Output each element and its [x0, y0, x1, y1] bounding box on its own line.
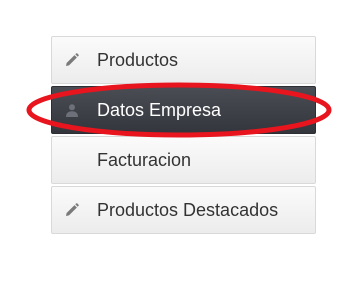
user-icon: [66, 104, 78, 117]
menu-item-datos-empresa[interactable]: Datos Empresa: [51, 86, 316, 134]
menu-item-productos[interactable]: Productos: [51, 36, 316, 84]
pencil-icon: [66, 53, 79, 66]
pencil-icon: [66, 203, 79, 216]
menu-item-label: Facturacion: [97, 149, 192, 170]
menu-item-facturacion[interactable]: Facturacion: [51, 136, 316, 184]
menu-item-label: Productos Destacados: [97, 199, 279, 220]
menu-item-label: Datos Empresa: [97, 99, 222, 120]
sidebar-menu: Productos Datos Empresa Facturacion Prod…: [51, 36, 316, 236]
menu-item-productos-destacados[interactable]: Productos Destacados: [51, 186, 316, 234]
menu-item-label: Productos: [97, 49, 179, 70]
